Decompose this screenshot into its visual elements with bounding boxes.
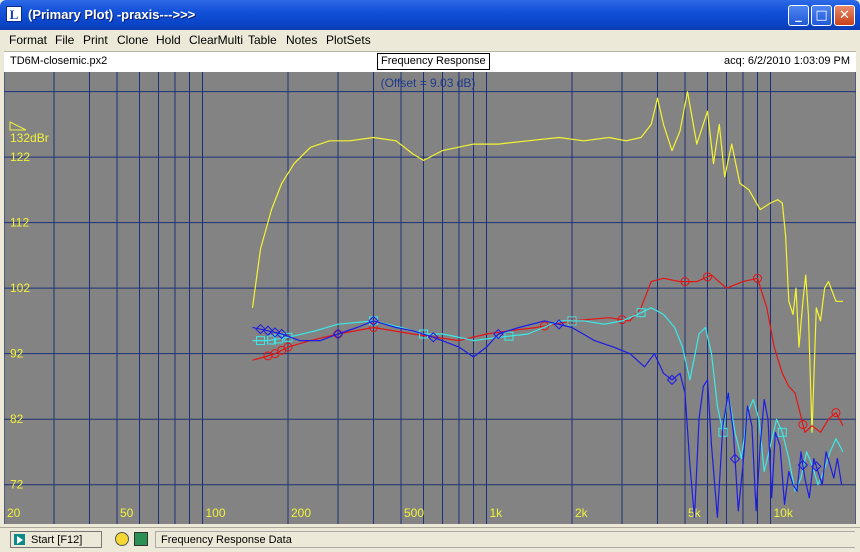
y-tick-label: 112 bbox=[10, 216, 29, 230]
close-button[interactable]: ✕ bbox=[834, 5, 855, 26]
window-title: (Primary Plot) -praxis--->>> bbox=[28, 7, 196, 22]
plot-area[interactable]: (Offset = 9.03 dB) 132dBr 122 112 102 92 82 7… bbox=[3, 72, 857, 524]
menu-print[interactable]: Print bbox=[83, 33, 108, 47]
y-tick-label: 122 bbox=[10, 150, 30, 164]
menu-format[interactable]: Format bbox=[9, 33, 47, 47]
status-message: Frequency Response Data bbox=[155, 531, 855, 548]
frequency-response-chart[interactable]: (Offset = 9.03 dB) 132dBr 122 112 102 92 82 7… bbox=[3, 72, 857, 524]
y-top-label: 132dBr bbox=[10, 131, 49, 145]
minimize-button[interactable]: _ bbox=[788, 5, 809, 26]
y-tick-label: 72 bbox=[10, 478, 24, 492]
offset-label: (Offset = 9.03 dB) bbox=[381, 76, 476, 90]
y-tick-label: 102 bbox=[10, 281, 30, 295]
x-tick-label: 1k bbox=[490, 506, 504, 520]
plot-background bbox=[4, 72, 856, 524]
pen-icon[interactable] bbox=[134, 532, 148, 546]
menu-plotsets[interactable]: PlotSets bbox=[326, 33, 371, 47]
file-name: TD6M-closemic.px2 bbox=[10, 55, 108, 67]
menu-hold[interactable]: Hold bbox=[156, 33, 181, 47]
status-bar: Start [F12] Frequency Response Data bbox=[0, 527, 860, 552]
maximize-button[interactable]: □ bbox=[811, 5, 832, 26]
x-tick-label: 20 bbox=[7, 506, 21, 520]
start-label: Start [F12] bbox=[31, 534, 83, 546]
menu-clearmulti[interactable]: ClearMulti bbox=[189, 33, 243, 47]
menu-file[interactable]: File bbox=[55, 33, 74, 47]
x-tick-label: 100 bbox=[206, 506, 226, 520]
plot-title[interactable]: Frequency Response bbox=[377, 53, 490, 70]
title-bar[interactable]: L (Primary Plot) -praxis--->>> _ □ ✕ bbox=[0, 0, 860, 30]
gauge-icon[interactable] bbox=[115, 532, 129, 546]
menu-table[interactable]: Table bbox=[248, 33, 277, 47]
x-tick-label: 2k bbox=[575, 506, 589, 520]
y-tick-label: 92 bbox=[10, 347, 24, 361]
menu-notes[interactable]: Notes bbox=[286, 33, 317, 47]
x-tick-label: 10k bbox=[774, 506, 794, 520]
start-button[interactable]: Start [F12] bbox=[10, 531, 102, 548]
play-icon bbox=[14, 534, 25, 545]
x-tick-label: 50 bbox=[120, 506, 134, 520]
app-window: L (Primary Plot) -praxis--->>> _ □ ✕ For… bbox=[0, 0, 860, 552]
acquisition-timestamp: acq: 6/2/2010 1:03:09 PM bbox=[724, 55, 850, 67]
x-tick-label: 500 bbox=[404, 506, 424, 520]
menu-clone[interactable]: Clone bbox=[117, 33, 148, 47]
menu-bar: Format File Print Clone Hold ClearMulti … bbox=[4, 30, 856, 50]
x-tick-label: 200 bbox=[291, 506, 311, 520]
app-logo-icon[interactable]: L bbox=[6, 6, 22, 22]
plot-info-bar: TD6M-closemic.px2 Frequency Response acq… bbox=[4, 51, 856, 72]
y-tick-label: 82 bbox=[10, 412, 24, 426]
